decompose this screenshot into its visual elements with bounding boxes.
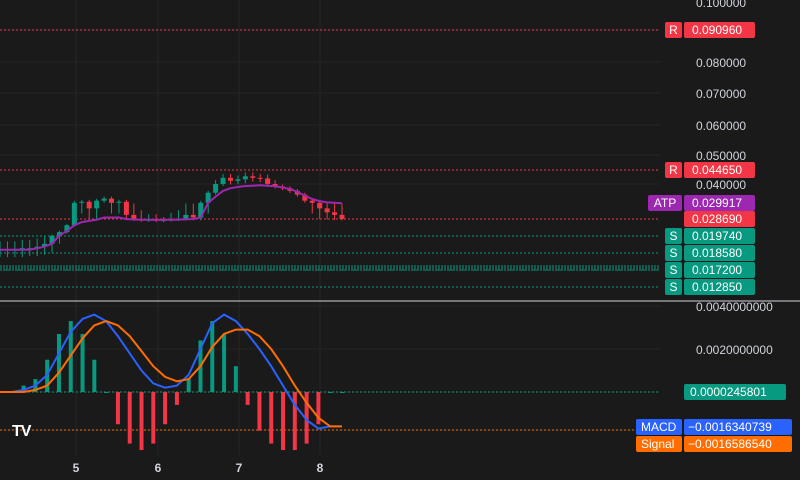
hist-bar-11 xyxy=(127,392,132,444)
hist-bar-25 xyxy=(292,392,297,451)
candle-body-26 xyxy=(190,214,196,218)
candle-body-34 xyxy=(250,176,256,178)
resistance-0-tag: R xyxy=(669,23,678,37)
x-axis-ticks: 5 6 7 8 xyxy=(73,461,324,475)
hist-bar-22 xyxy=(257,392,262,431)
macd-tick-0: 0.0040000000 xyxy=(696,300,773,314)
hist-bar-15 xyxy=(174,392,179,405)
atp-value: 0.029917 xyxy=(692,196,742,210)
atp-tag: ATP xyxy=(654,196,676,210)
candle-body-35 xyxy=(257,177,263,179)
candle-body-30 xyxy=(220,177,226,184)
hist-bar-5 xyxy=(56,333,61,392)
hist-bar-7 xyxy=(80,333,85,392)
hist-bar-8 xyxy=(92,359,97,392)
signal-value: −0.0016586540 xyxy=(688,437,772,451)
x-tick-0: 5 xyxy=(73,461,80,475)
hist-bar-12 xyxy=(139,392,144,451)
last-price-value: 0.028690 xyxy=(692,212,742,226)
hist-bar-18 xyxy=(210,321,215,392)
hist-bar-21 xyxy=(245,392,250,405)
macd-lines xyxy=(0,313,342,430)
candle-body-45 xyxy=(332,212,338,215)
candle-body-29 xyxy=(213,184,219,193)
support-3-value: 0.012850 xyxy=(692,280,742,294)
candle-body-13 xyxy=(94,200,100,209)
price-tick-0: 0.100000 xyxy=(696,0,746,10)
hist-bar-14 xyxy=(163,392,168,425)
candle-body-36 xyxy=(265,178,271,184)
support-3-tag: S xyxy=(669,280,677,294)
hist-bar-19 xyxy=(222,333,227,392)
candle-body-11 xyxy=(79,201,85,203)
hist-bar-24 xyxy=(281,392,286,451)
histogram-value: 0.0000245801 xyxy=(690,385,767,399)
signal-path xyxy=(0,320,342,428)
support-0-tag: S xyxy=(669,229,677,243)
price-tick-1: 0.080000 xyxy=(696,56,746,70)
macd-path xyxy=(0,313,342,430)
candle-body-10 xyxy=(71,202,77,226)
candle-body-14 xyxy=(101,198,107,201)
chart[interactable]: 0.100000 0.080000 0.070000 0.060000 0.050000… xyxy=(0,0,800,480)
support-2-tag: S xyxy=(669,263,677,277)
hist-bar-28 xyxy=(328,392,333,393)
candle-body-44 xyxy=(324,208,330,213)
candle-body-16 xyxy=(116,201,122,203)
hist-bar-9 xyxy=(104,392,109,393)
candle-body-31 xyxy=(227,177,233,181)
signal-name: Signal xyxy=(641,437,674,451)
candle-body-42 xyxy=(309,200,315,203)
support-1-value: 0.018580 xyxy=(692,246,742,260)
candle-body-17 xyxy=(123,201,129,215)
hist-bar-23 xyxy=(269,392,274,444)
candle-body-12 xyxy=(86,201,92,209)
hist-bar-16 xyxy=(186,379,191,392)
candle-body-43 xyxy=(317,202,323,209)
hist-bar-13 xyxy=(151,392,156,444)
resistance-1-tag: R xyxy=(669,163,678,177)
grid xyxy=(0,0,660,455)
support-2-value: 0.017200 xyxy=(692,263,742,277)
x-tick-3: 8 xyxy=(317,461,324,475)
resistance-0-value: 0.090960 xyxy=(692,23,742,37)
x-tick-2: 7 xyxy=(236,461,243,475)
candle-body-33 xyxy=(242,176,248,180)
macd-value: −0.0016340739 xyxy=(688,420,772,434)
support-1-tag: S xyxy=(669,246,677,260)
macd-tick-1: 0.0020000000 xyxy=(696,343,773,357)
y-axis-ticks: 0.100000 0.080000 0.070000 0.060000 0.050000… xyxy=(696,0,773,357)
hist-bar-29 xyxy=(340,392,344,393)
hist-bar-10 xyxy=(115,392,120,425)
price-tick-5: 0.040000 xyxy=(696,178,746,192)
level-lines xyxy=(0,29,660,431)
price-tick-4: 0.050000 xyxy=(696,149,746,163)
support-0-value: 0.019740 xyxy=(692,229,742,243)
candle-body-15 xyxy=(109,198,115,203)
price-tick-2: 0.070000 xyxy=(696,87,746,101)
candle-body-46 xyxy=(339,214,345,219)
hist-bar-20 xyxy=(233,366,238,392)
tradingview-logo: TV xyxy=(12,423,31,440)
macd-name: MACD xyxy=(641,420,677,434)
resistance-1-value: 0.044650 xyxy=(692,163,742,177)
x-tick-1: 6 xyxy=(155,461,162,475)
price-tick-3: 0.060000 xyxy=(696,119,746,133)
candle-body-32 xyxy=(235,179,241,181)
